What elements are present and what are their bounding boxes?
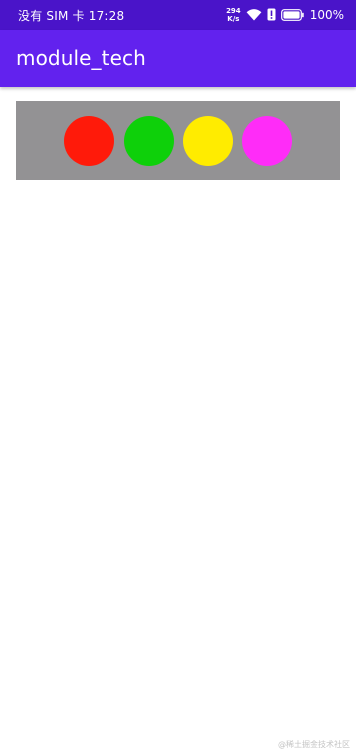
network-speed-value: 294	[226, 7, 241, 15]
traffic-light-panel	[16, 101, 340, 180]
status-bar: 没有 SIM 卡 17:28 294 K/s 100%	[0, 0, 356, 30]
red-light	[64, 116, 114, 166]
app-bar: module_tech	[0, 30, 356, 87]
status-icons: 294 K/s 100%	[226, 5, 344, 25]
carrier-time-text: 没有 SIM 卡 17:28	[18, 9, 125, 23]
network-speed: 294 K/s	[226, 7, 241, 23]
magenta-light	[242, 116, 292, 166]
page-title: module_tech	[16, 46, 146, 70]
app-screen: 没有 SIM 卡 17:28 294 K/s 100% module_tech …	[0, 0, 356, 754]
network-speed-unit: K/s	[227, 15, 240, 23]
watermark: @稀土掘金技术社区	[278, 740, 350, 749]
alert-icon	[267, 6, 276, 25]
battery-percentage: 100%	[309, 8, 344, 22]
yellow-light	[183, 116, 233, 166]
battery-icon	[280, 6, 304, 25]
wifi-icon	[246, 6, 262, 25]
green-light	[124, 116, 174, 166]
